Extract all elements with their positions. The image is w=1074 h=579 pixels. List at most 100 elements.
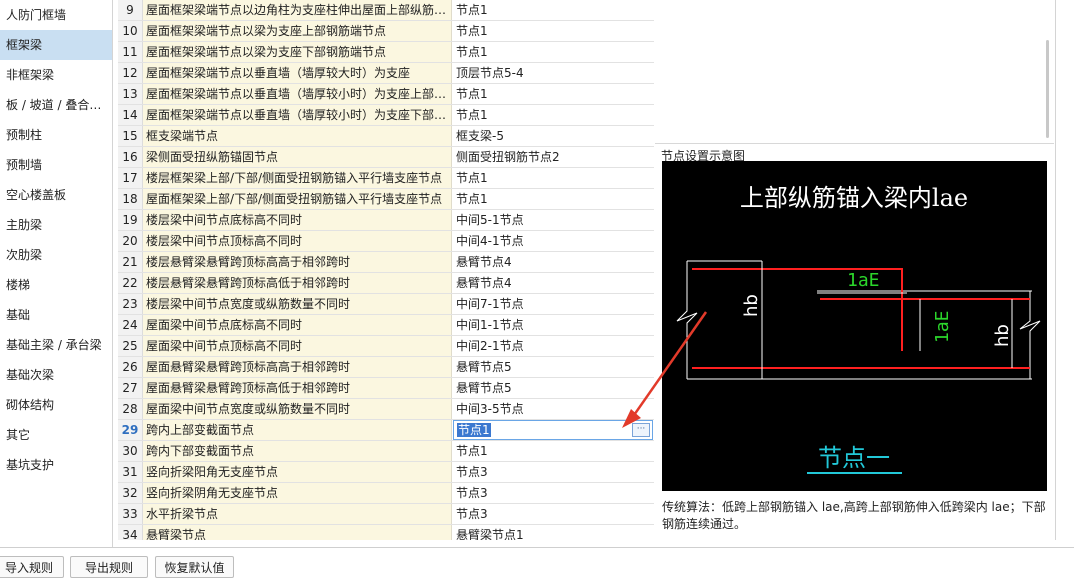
table-row[interactable]: 21 楼层悬臂梁悬臂跨顶标高高于相邻跨时 悬臂节点4: [118, 252, 654, 273]
category-item[interactable]: 板 / 坡道 / 叠合…: [0, 90, 112, 120]
table-row[interactable]: 15 框支梁端节点 框支梁-5: [118, 126, 654, 147]
row-number: 25: [118, 336, 143, 356]
category-item[interactable]: 空心楼盖板: [0, 180, 112, 210]
row-setting-value[interactable]: 节点1: [453, 189, 653, 209]
table-row[interactable]: 14 屋面框架梁端节点以垂直墙（墙厚较小时）为支座下部… 节点1: [118, 105, 654, 126]
category-item[interactable]: 预制墙: [0, 150, 112, 180]
row-setting-name: 楼层梁中间节点底标高不同时: [143, 210, 452, 230]
category-item[interactable]: 主肋梁: [0, 210, 112, 240]
table-row[interactable]: 19 楼层梁中间节点底标高不同时 中间5-1节点: [118, 210, 654, 231]
row-setting-name: 竖向折梁阴角无支座节点: [143, 483, 452, 503]
row-setting-value[interactable]: 节点1: [453, 168, 653, 188]
row-setting-value[interactable]: 节点3: [453, 483, 653, 503]
table-row[interactable]: 25 屋面梁中间节点顶标高不同时 中间2-1节点: [118, 336, 654, 357]
row-number: 32: [118, 483, 143, 503]
table-row[interactable]: 20 楼层梁中间节点顶标高不同时 中间4-1节点: [118, 231, 654, 252]
table-row[interactable]: 23 楼层梁中间节点宽度或纵筋数量不同时 中间7-1节点: [118, 294, 654, 315]
row-setting-value[interactable]: 悬臂节点5: [453, 378, 653, 398]
row-setting-value[interactable]: 顶层节点5-4: [453, 63, 653, 83]
row-setting-value[interactable]: 节点1: [453, 0, 653, 20]
row-setting-value[interactable]: 节点1: [453, 21, 653, 41]
node-diagram: 上部纵筋锚入梁内lae 1aE 1aE hb hb 节点一: [662, 161, 1047, 491]
category-item[interactable]: 砌体结构: [0, 390, 112, 420]
row-setting-name: 楼层梁中间节点宽度或纵筋数量不同时: [143, 294, 452, 314]
label-hb-left: hb: [741, 294, 762, 317]
import-rules-button[interactable]: 导入规则: [0, 556, 64, 578]
category-item[interactable]: 次肋梁: [0, 240, 112, 270]
row-setting-name: 屋面框架梁端节点以垂直墙（墙厚较小时）为支座下部…: [143, 105, 452, 125]
row-number: 28: [118, 399, 143, 419]
table-row[interactable]: 30 跨内下部变截面节点 节点1: [118, 441, 654, 462]
row-setting-value[interactable]: 悬臂节点5: [453, 357, 653, 377]
category-item[interactable]: 框架梁: [0, 30, 112, 60]
category-item[interactable]: 基坑支护: [0, 450, 112, 480]
category-item[interactable]: 预制柱: [0, 120, 112, 150]
row-setting-value[interactable]: 中间7-1节点: [453, 294, 653, 314]
row-number: 13: [118, 84, 143, 104]
table-row[interactable]: 18 屋面框架梁上部/下部/侧面受扭钢筋锚入平行墙支座节点 节点1: [118, 189, 654, 210]
row-setting-name: 竖向折梁阳角无支座节点: [143, 462, 452, 482]
row-setting-value[interactable]: 节点3: [453, 504, 653, 524]
table-row[interactable]: 17 楼层框架梁上部/下部/侧面受扭钢筋锚入平行墙支座节点 节点1: [118, 168, 654, 189]
restore-defaults-button[interactable]: 恢复默认值: [155, 556, 234, 578]
row-number: 14: [118, 105, 143, 125]
category-item[interactable]: 基础次梁: [0, 360, 112, 390]
category-item[interactable]: 基础: [0, 300, 112, 330]
table-row[interactable]: 28 屋面梁中间节点宽度或纵筋数量不同时 中间3-5节点: [118, 399, 654, 420]
table-row[interactable]: 9 屋面框架梁端节点以边角柱为支座柱伸出屋面上部纵筋… 节点1: [118, 0, 654, 21]
row-setting-value[interactable]: 中间2-1节点: [453, 336, 653, 356]
row-setting-value[interactable]: 节点1: [453, 105, 653, 125]
category-item[interactable]: 楼梯: [0, 270, 112, 300]
row-setting-value[interactable]: 悬臂节点4: [453, 252, 653, 272]
vertical-scrollbar[interactable]: [1046, 40, 1049, 138]
table-row[interactable]: 10 屋面框架梁端节点以梁为支座上部钢筋端节点 节点1: [118, 21, 654, 42]
row-setting-value[interactable]: 节点1: [453, 84, 653, 104]
row-setting-value[interactable]: 框支梁-5: [453, 126, 653, 146]
category-item[interactable]: 其它: [0, 420, 112, 450]
table-row[interactable]: 13 屋面框架梁端节点以垂直墙（墙厚较小时）为支座上部… 节点1: [118, 84, 654, 105]
export-rules-button[interactable]: 导出规则: [70, 556, 148, 578]
table-row[interactable]: 11 屋面框架梁端节点以梁为支座下部钢筋端节点 节点1: [118, 42, 654, 63]
row-number: 29: [118, 420, 143, 440]
row-setting-value[interactable]: 节点1: [453, 42, 653, 62]
row-setting-value[interactable]: 中间5-1节点: [453, 210, 653, 230]
row-setting-name: 水平折梁节点: [143, 504, 452, 524]
row-setting-name: 屋面框架梁上部/下部/侧面受扭钢筋锚入平行墙支座节点: [143, 189, 452, 209]
row-number: 18: [118, 189, 143, 209]
row-number: 23: [118, 294, 143, 314]
category-item[interactable]: 非框架梁: [0, 60, 112, 90]
row-number: 30: [118, 441, 143, 461]
table-row[interactable]: 32 竖向折梁阴角无支座节点 节点3: [118, 483, 654, 504]
table-row[interactable]: 24 屋面梁中间节点底标高不同时 中间1-1节点: [118, 315, 654, 336]
row-setting-name: 屋面悬臂梁悬臂跨顶标高低于相邻跨时: [143, 378, 452, 398]
category-list: 人防门框墙 框架梁 非框架梁板 / 坡道 / 叠合… 预制柱 预制墙 空心楼盖板 主肋梁 次肋…: [0, 0, 113, 547]
row-setting-value[interactable]: 节点1 ···: [453, 420, 653, 440]
row-number: 16: [118, 147, 143, 167]
selected-value-text[interactable]: 节点1: [457, 423, 491, 437]
row-setting-value[interactable]: 中间3-5节点: [453, 399, 653, 419]
node-settings-table: 9 屋面框架梁端节点以边角柱为支座柱伸出屋面上部纵筋… 节点1 10 屋面框架梁端节点以…: [118, 0, 654, 540]
row-setting-value[interactable]: 侧面受扭钢筋节点2: [453, 147, 653, 167]
row-setting-value[interactable]: 中间1-1节点: [453, 315, 653, 335]
table-row[interactable]: 22 楼层悬臂梁悬臂跨顶标高低于相邻跨时 悬臂节点4: [118, 273, 654, 294]
row-setting-value[interactable]: 节点1: [453, 441, 653, 461]
table-row[interactable]: 29 跨内上部变截面节点 节点1 ···: [118, 420, 654, 441]
table-row[interactable]: 33 水平折梁节点 节点3: [118, 504, 654, 525]
table-row[interactable]: 16 梁侧面受扭纵筋锚固节点 侧面受扭钢筋节点2: [118, 147, 654, 168]
divider: [0, 547, 1074, 548]
more-options-button[interactable]: ···: [632, 423, 650, 437]
category-item[interactable]: 人防门框墙: [0, 0, 112, 30]
row-setting-value[interactable]: 悬臂梁节点1: [453, 525, 653, 540]
table-row[interactable]: 26 屋面悬臂梁悬臂跨顶标高高于相邻跨时 悬臂节点5: [118, 357, 654, 378]
table-row[interactable]: 31 竖向折梁阳角无支座节点 节点3: [118, 462, 654, 483]
row-setting-value[interactable]: 中间4-1节点: [453, 231, 653, 251]
table-row[interactable]: 12 屋面框架梁端节点以垂直墙（墙厚较大时）为支座 顶层节点5-4: [118, 63, 654, 84]
row-setting-value[interactable]: 节点3: [453, 462, 653, 482]
row-setting-name: 屋面框架梁端节点以梁为支座上部钢筋端节点: [143, 21, 452, 41]
category-item[interactable]: 基础主梁 / 承台梁: [0, 330, 112, 360]
table-row[interactable]: 34 悬臂梁节点 悬臂梁节点1: [118, 525, 654, 540]
label-lae-vertical: 1aE: [932, 310, 953, 343]
row-setting-value[interactable]: 悬臂节点4: [453, 273, 653, 293]
table-row[interactable]: 27 屋面悬臂梁悬臂跨顶标高低于相邻跨时 悬臂节点5: [118, 378, 654, 399]
row-number: 20: [118, 231, 143, 251]
